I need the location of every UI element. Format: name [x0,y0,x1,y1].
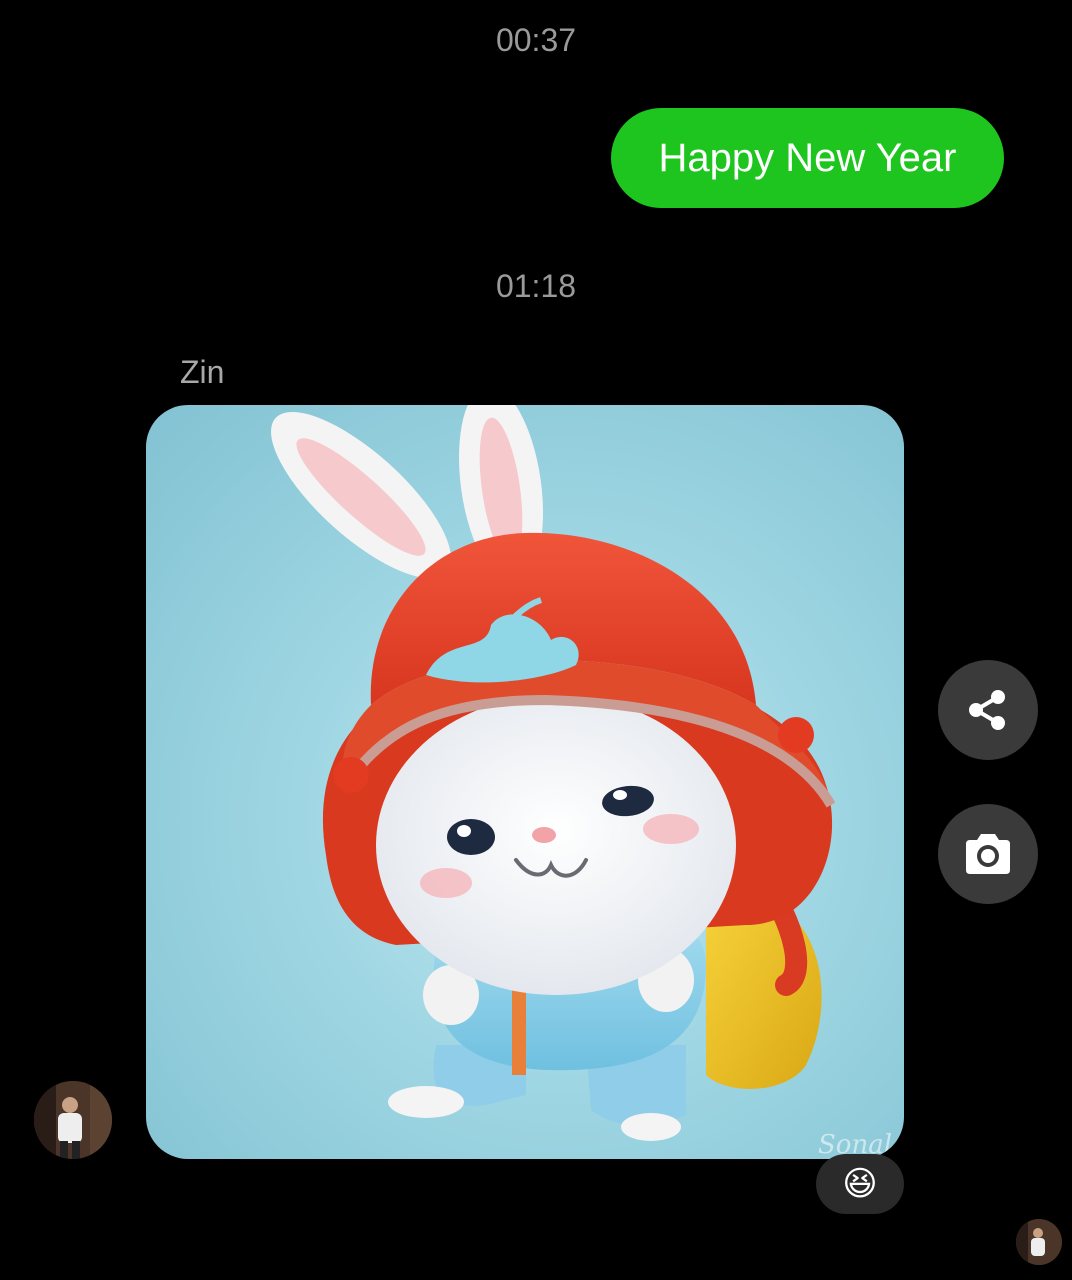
timestamp: 00:37 [495,22,577,58]
bunny-illustration: Sonal [271,405,892,1159]
avatar-photo [34,1081,112,1159]
bunny-head [376,695,736,995]
seen-avatar [1016,1219,1062,1265]
outgoing-message-bubble[interactable]: Happy New Year [611,108,1004,208]
reaction-badge[interactable]: 😆 [816,1154,904,1214]
message-text: Happy New Year [658,135,957,180]
sender-name: Zin [180,354,225,390]
timestamp: 01:18 [495,268,577,304]
share-icon [969,690,1005,730]
camera-icon [966,834,1010,874]
image-message[interactable]: Sonal [146,405,904,1159]
contact-avatar[interactable] [34,1081,112,1159]
laughing-emoji-icon: 😆 [842,1164,878,1204]
camera-button[interactable] [938,804,1038,904]
avatar-photo [1016,1219,1062,1265]
share-button[interactable] [938,660,1038,760]
